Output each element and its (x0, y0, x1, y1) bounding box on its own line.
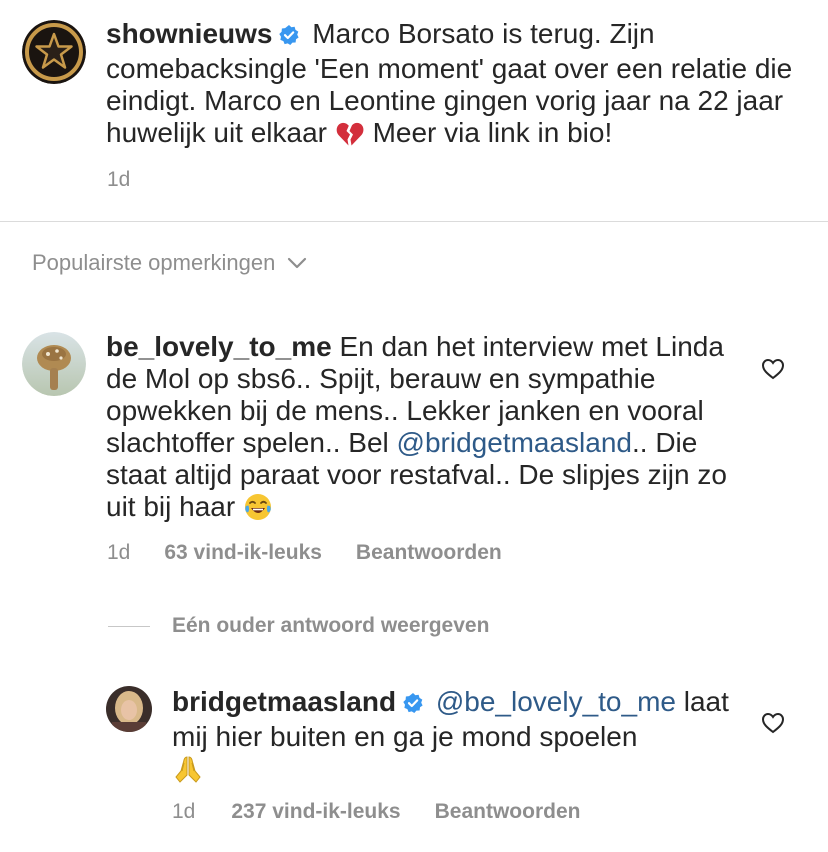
post-caption: shownieuws Marco Borsato is terug. Zijn … (106, 18, 806, 155)
verified-badge-icon (402, 689, 424, 721)
post-time: 1d (107, 168, 131, 191)
be-lovely-avatar[interactable] (22, 332, 86, 396)
reply-comment-actions: 1d 237 vind-ik-leuks Beantwoorden (172, 800, 580, 824)
comment-time: 1d (172, 800, 196, 823)
post-username[interactable]: shownieuws (106, 18, 272, 49)
shownieuws-avatar[interactable] (22, 20, 86, 84)
comment-username[interactable]: be_lovely_to_me (106, 331, 332, 362)
reply-comment-item: bridgetmaasland @be_lovely_to_me laat mi… (172, 686, 732, 792)
divider (0, 221, 828, 222)
like-heart-icon[interactable] (761, 358, 785, 380)
likes-count[interactable]: 237 vind-ik-leuks (231, 800, 400, 824)
sort-dropdown[interactable]: Populairste opmerkingen (32, 250, 307, 276)
mention-link[interactable]: @bridgetmaasland (397, 427, 632, 458)
reply-button[interactable]: Beantwoorden (356, 541, 502, 565)
likes-count[interactable]: 63 vind-ik-leuks (164, 541, 322, 565)
view-older-replies-label: Eén ouder antwoord weergeven (172, 614, 490, 637)
comment-username[interactable]: bridgetmaasland (172, 686, 396, 717)
bridgetmaasland-avatar[interactable] (106, 686, 152, 732)
verified-badge-icon (278, 21, 300, 53)
reply-button[interactable]: Beantwoorden (435, 800, 581, 824)
view-older-replies-button[interactable]: Eén ouder antwoord weergeven (108, 614, 489, 638)
comment-time: 1d (107, 541, 131, 564)
reply-thread-line (108, 625, 150, 627)
mention-link[interactable]: @be_lovely_to_me (436, 686, 676, 717)
instagram-comments-screen: shownieuws Marco Borsato is terug. Zijn … (0, 0, 828, 852)
comment-actions: 1d 63 vind-ik-leuks Beantwoorden (107, 541, 502, 565)
tears-of-joy-emoji (243, 492, 273, 529)
chevron-down-icon (288, 257, 307, 269)
caption-tail: Meer via link in bio! (372, 117, 613, 148)
like-heart-icon[interactable] (761, 712, 785, 734)
sort-label: Populairste opmerkingen (32, 250, 276, 275)
comment-item: be_lovely_to_me En dan het interview met… (106, 331, 746, 529)
broken-heart-emoji (335, 120, 365, 155)
folded-hands-emoji (172, 753, 204, 792)
